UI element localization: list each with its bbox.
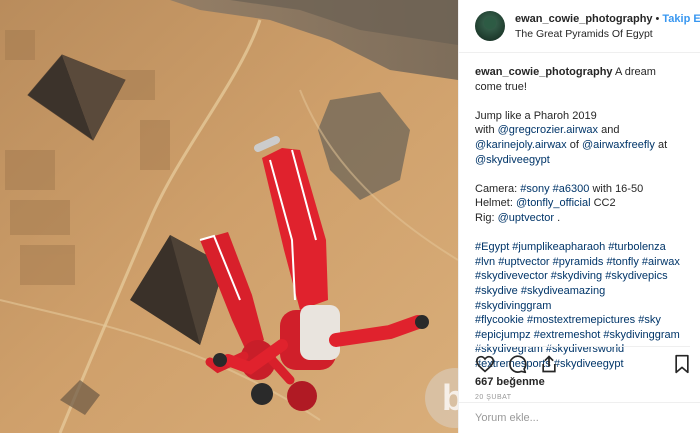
likes-count[interactable]: 667 beğenme — [475, 376, 545, 388]
caption-and: and — [598, 124, 620, 137]
hashtag-line[interactable]: #flycookie #mostextremepictures #sky — [475, 314, 661, 326]
helmet-label: Helmet: — [475, 197, 516, 210]
caption: ewan_cowie_photography A dream come true… — [459, 53, 700, 371]
caption-title: Jump like a Pharoh 2019 — [475, 109, 597, 122]
caption-with: with — [475, 124, 498, 137]
mention-link[interactable]: @gregcrozier.airwax — [498, 124, 598, 136]
post-photo[interactable]: b — [0, 0, 458, 433]
header-text: ewan_cowie_photography • Takip Et The Gr… — [515, 12, 700, 40]
mention-link[interactable]: @tonfly_official — [516, 197, 591, 209]
caption-gear: Camera: #sony #a6300 with 16-50 Helmet: … — [475, 182, 684, 226]
caption-of: of — [566, 138, 582, 151]
comment-icon[interactable] — [507, 354, 527, 374]
separator-dot: • — [655, 12, 660, 25]
action-bar — [475, 346, 690, 377]
username-link[interactable]: ewan_cowie_photography — [515, 13, 653, 25]
comment-input[interactable]: Yorum ekle... — [459, 402, 700, 433]
skydivers-over-pyramids-image — [0, 0, 458, 433]
mention-link[interactable]: @karinejoly.airwax — [475, 139, 567, 151]
follow-button[interactable]: Takip Et — [662, 13, 700, 25]
heart-icon[interactable] — [475, 355, 495, 373]
avatar[interactable] — [475, 11, 505, 41]
caption-intro: ewan_cowie_photography A dream come true… — [475, 65, 684, 94]
mention-link[interactable]: @airwaxfreefly — [582, 139, 655, 151]
rig-suffix: . — [554, 211, 561, 224]
helmet-model: CC2 — [590, 197, 616, 210]
caption-credits: Jump like a Pharoh 2019 with @gregcrozie… — [475, 109, 684, 167]
hashtag-line[interactable]: #lvn #uptvector #pyramids #tonfly #airwa… — [475, 256, 680, 268]
camera-lens: with 16-50 — [589, 182, 644, 195]
header-row: ewan_cowie_photography • Takip Et — [515, 12, 700, 25]
hashtag-link[interactable]: #sony — [520, 183, 549, 195]
mention-link[interactable]: @skydiveegypt — [475, 154, 550, 166]
hashtag-line[interactable]: #Egypt #jumplikeapharaoh #turbolenza — [475, 241, 666, 253]
instagram-post: b ewan_cowie_photography • Takip Et The … — [0, 0, 700, 433]
hashtag-line[interactable]: #skydivevector #skydiving #skydivepics — [475, 270, 668, 282]
location-link[interactable]: The Great Pyramids Of Egypt — [515, 28, 690, 40]
hashtag-line[interactable]: #skydive #skydiveamazing #skydivinggram — [475, 285, 605, 312]
rig-label: Rig: — [475, 211, 498, 224]
share-icon[interactable] — [539, 354, 559, 374]
caption-username[interactable]: ewan_cowie_photography — [475, 66, 613, 78]
caption-at: at — [654, 138, 668, 151]
hashtag-line[interactable]: #epicjumpz #extremeshot #skydivinggram — [475, 329, 680, 341]
camera-label: Camera: — [475, 182, 521, 195]
post-header: ewan_cowie_photography • Takip Et The Gr… — [459, 0, 700, 53]
bookmark-icon[interactable] — [674, 354, 690, 374]
post-date[interactable]: 20 ŞUBAT — [475, 394, 512, 401]
hashtag-link[interactable]: #a6300 — [553, 183, 590, 195]
mention-link[interactable]: @uptvector — [498, 212, 554, 224]
post-sidebar: ewan_cowie_photography • Takip Et The Gr… — [458, 0, 700, 433]
